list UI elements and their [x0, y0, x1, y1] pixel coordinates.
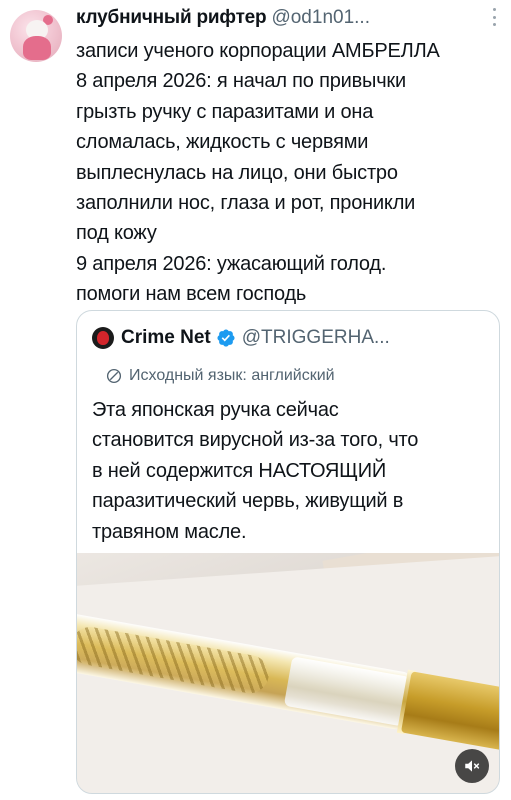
quoted-text-line: в ней содержится НАСТОЯЩИЙ	[92, 459, 387, 482]
tweet-header: клубничный рифтер @od1n01...	[76, 6, 483, 30]
tweet-text: записи ученого корпорации АМБРЕЛЛА 8 апр…	[76, 36, 506, 310]
tweet-text-line: 8 апреля 2026: я начал по привычки	[76, 70, 406, 93]
avatar-figure-body	[23, 36, 51, 60]
author-name[interactable]: клубничный рифтер	[76, 7, 267, 29]
translation-notice[interactable]: Исходный язык: английский	[105, 367, 335, 385]
translate-icon	[106, 368, 122, 384]
author-avatar[interactable]	[10, 10, 62, 62]
tweet-text-line: грызть ручку с паразитами и она	[76, 100, 374, 123]
verified-badge-icon	[217, 329, 235, 347]
tweet-text-line: помоги нам всем господь	[76, 283, 307, 306]
quoted-text-line: травяном масле.	[92, 520, 247, 543]
quoted-author-handle[interactable]: @TRIGGERHA...	[242, 327, 390, 349]
mute-icon	[465, 760, 480, 772]
author-handle[interactable]: @od1n01...	[271, 7, 370, 29]
more-options-icon[interactable]	[491, 8, 497, 26]
tweet-text-line: записи ученого корпорации АМБРЕЛЛА	[76, 40, 440, 62]
tweet-text-line: выплеснулась на лицо, они быстро	[76, 161, 398, 184]
tweet-text-line: заполнили нос, глаза и рот, проникли	[76, 192, 416, 215]
video-media[interactable]	[77, 553, 499, 793]
mute-button[interactable]	[455, 749, 489, 783]
crime-net-avatar[interactable]	[92, 327, 114, 349]
quoted-text-line: становится вирусной из-за того, что	[92, 429, 419, 452]
tweet-text-line: под кожу	[76, 222, 157, 245]
tweet-text-line: сломалась, жидкость с червями	[76, 131, 369, 154]
translation-label: Исходный язык: английский	[129, 367, 335, 384]
quoted-text-line: Эта японская ручка сейчас	[92, 399, 339, 421]
tweet-text-line: 9 апреля 2026: ужасающий голод.	[76, 252, 387, 275]
quoted-text-line: паразитический червь, живущий в	[92, 490, 404, 513]
quoted-tweet-text: Эта японская ручка сейчас становится вир…	[92, 395, 492, 547]
quoted-tweet-header: Crime Net @TRIGGERHA...	[92, 325, 390, 351]
quoted-author-name[interactable]: Crime Net	[121, 327, 211, 349]
quoted-tweet-card[interactable]: Crime Net @TRIGGERHA... Исходный язык: а…	[76, 310, 500, 794]
